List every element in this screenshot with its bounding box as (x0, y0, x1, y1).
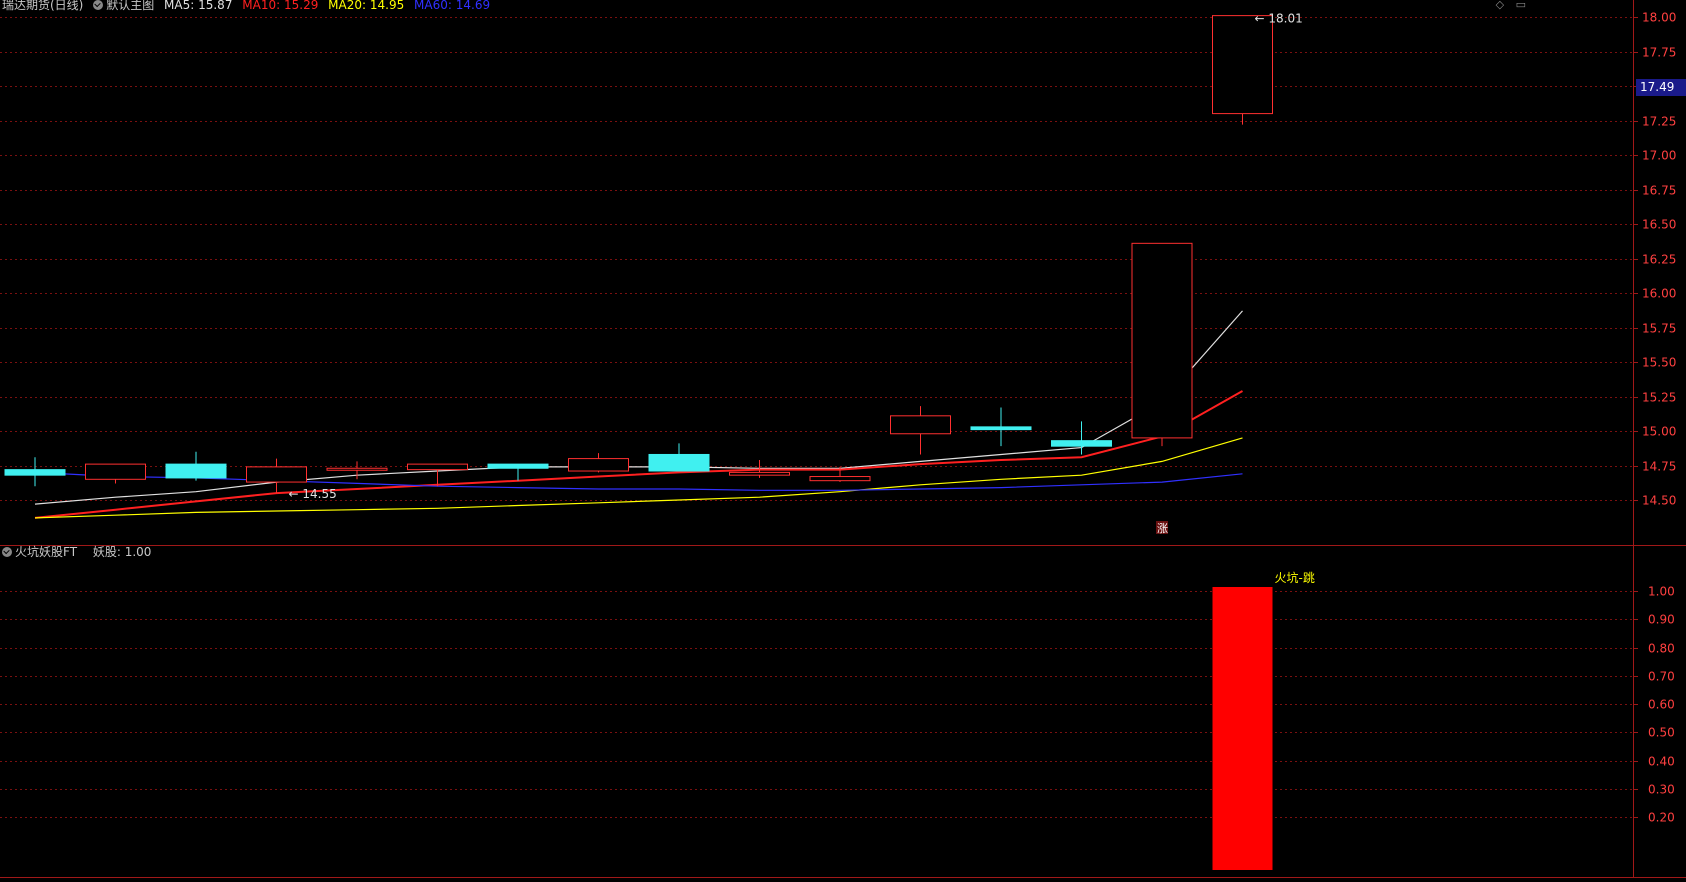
y-tick-label: 16.75 (1642, 184, 1676, 198)
candle-body (165, 463, 227, 479)
y-tick-label: 0.70 (1648, 670, 1675, 684)
y-tick-label: 15.75 (1642, 322, 1676, 336)
y-tick-label: 0.50 (1648, 726, 1675, 740)
y-tick-label: 15.00 (1642, 425, 1676, 439)
y-tick-label: 14.75 (1642, 460, 1676, 474)
y-tick-label: 0.20 (1648, 811, 1675, 825)
y-tick-label: 16.25 (1642, 253, 1676, 267)
ma60-label: MA60: 14.69 (414, 0, 491, 12)
candle-body (1051, 440, 1112, 447)
ma20-label: MA20: 14.95 (328, 0, 405, 12)
candle-body (1131, 242, 1193, 439)
diamond-icon[interactable]: ◇ (1496, 0, 1504, 11)
y-tick-label: 16.00 (1642, 287, 1676, 301)
template-selector[interactable]: 默认主图 (93, 0, 154, 12)
candle-body (487, 463, 549, 469)
candle-body (326, 467, 388, 471)
main-chart-header: 瑞达期货(日线) 默认主图 MA5: 15.87 MA10: 15.29 MA2… (2, 0, 496, 13)
y-tick-label: 0.60 (1648, 698, 1675, 712)
ma5-label: MA5: 15.87 (164, 0, 233, 12)
candle-body (890, 415, 951, 435)
candle (1212, 15, 1273, 125)
indicator-value: 妖股: 1.00 (92, 545, 152, 559)
candle-body (568, 458, 629, 472)
chart-canvas: 14.50 14.75 15.00 15.25 15.50 15.75 16.00 16.25… (0, 0, 1686, 878)
y-tick-label: 18.00 (1642, 11, 1676, 25)
candle-body (85, 463, 146, 480)
dropdown-check-icon (93, 0, 104, 10)
candle-body (648, 453, 710, 472)
window-icon[interactable]: ▭ (1516, 0, 1526, 11)
y-tick-label: 17.00 (1642, 149, 1676, 163)
indicator-selector[interactable]: 火坑妖股FT (2, 545, 83, 559)
candle-body (809, 476, 871, 482)
y-tick-label: 0.40 (1648, 755, 1675, 769)
template-label: 默认主图 (106, 0, 155, 12)
candle-body (4, 469, 66, 476)
rise-marker: 涨 (1157, 522, 1168, 535)
candle-body (407, 463, 468, 471)
ma10-label: MA10: 15.29 (242, 0, 319, 12)
candle-body (970, 426, 1032, 431)
signal-annotation: 火坑-跳 (1275, 570, 1315, 585)
y-tick-label: 16.50 (1642, 218, 1676, 232)
chart-title: 瑞达期货(日线) (2, 0, 84, 12)
candle (1131, 242, 1193, 447)
y-tick-label: 0.80 (1648, 642, 1675, 656)
price-annotation: ← 18.01 (1255, 12, 1303, 26)
indicator-header: 火坑妖股FT 妖股: 1.00 (2, 543, 157, 560)
corner-tools: ◇ ▭ (1488, 0, 1526, 11)
sub-grid (0, 591, 1633, 818)
y-tick-label: 14.50 (1642, 494, 1676, 508)
dropdown-check-icon (2, 547, 12, 557)
y-tick-label: 0.30 (1648, 783, 1675, 797)
current-price-tag: 17.49 (1636, 79, 1686, 97)
y-tick-label: 1.00 (1648, 585, 1675, 599)
signal-bar (1212, 587, 1273, 870)
y-tick-label: 15.50 (1642, 356, 1676, 370)
y-tick-label: 17.25 (1642, 115, 1676, 129)
main-plot-area (0, 0, 1633, 545)
indicator-name: 火坑妖股FT (15, 545, 78, 559)
candle-body (1212, 15, 1273, 115)
y-tick-label: 15.25 (1642, 391, 1676, 405)
sub-y-axis: 0.20 0.30 0.40 0.50 0.60 0.70 0.80 0.90 1.00 (1633, 585, 1675, 825)
y-tick-label: 0.90 (1648, 613, 1675, 627)
candle-body (729, 471, 790, 476)
y-tick-label: 17.75 (1642, 46, 1676, 60)
candle-body (246, 466, 307, 483)
price-annotation: ← 14.55 (289, 487, 337, 501)
signal-bars (1212, 587, 1273, 870)
